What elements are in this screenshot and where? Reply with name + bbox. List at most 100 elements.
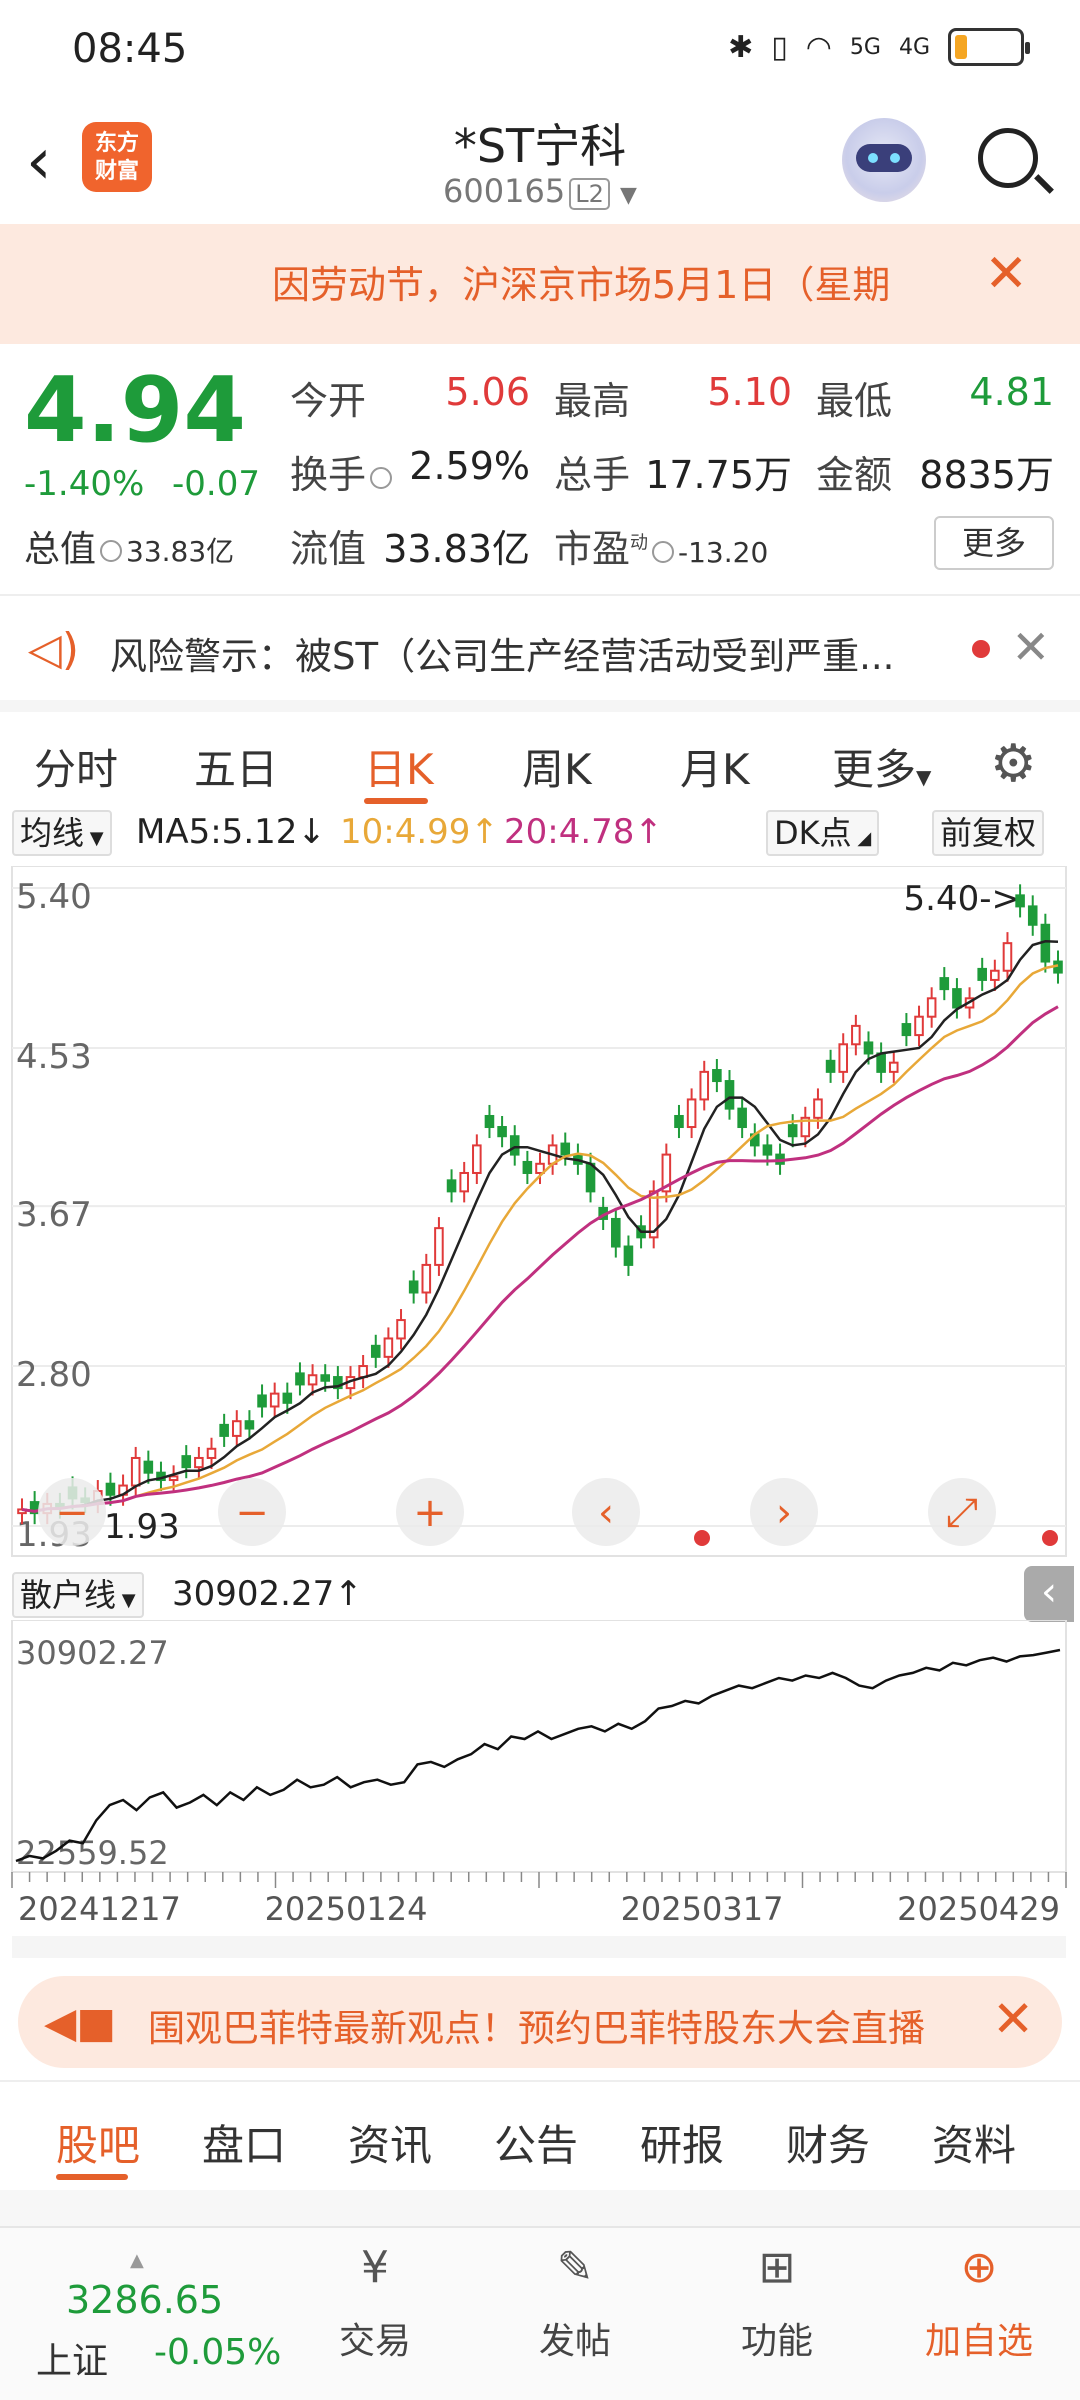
holiday-notice[interactable]: 因劳动节，沪深京市场5月1日（星期 ✕ xyxy=(0,224,1080,344)
risk-warning[interactable]: ◁) 风险警示：被ST（公司生产经营活动受到严重... ✕ xyxy=(0,596,1080,700)
candle-body xyxy=(851,1024,861,1046)
candle-body xyxy=(813,1098,823,1119)
gear-icon[interactable]: ⚙ xyxy=(990,734,1037,794)
tab-forum[interactable]: 股吧 xyxy=(56,2112,140,2173)
candle-body xyxy=(396,1319,406,1340)
candle-body xyxy=(257,1394,267,1408)
close-icon[interactable]: ✕ xyxy=(992,1990,1034,2048)
candle-body xyxy=(863,1041,874,1055)
tab-five-day[interactable]: 五日 xyxy=(194,736,278,797)
market-cap: 总值 33.83亿 xyxy=(24,529,235,570)
control-glyph: ⤢ xyxy=(946,1490,978,1536)
y-tick-label: 22559.52 xyxy=(16,1834,169,1872)
notice-text: 因劳动节，沪深京市场5月1日（星期 xyxy=(272,263,891,307)
tab-weekly-k[interactable]: 周K xyxy=(522,736,592,797)
candle-body xyxy=(674,1114,684,1129)
ma-select[interactable]: 均线 ▼ xyxy=(12,810,112,856)
candle-body xyxy=(295,1372,305,1386)
adjust-select[interactable]: 前复权 xyxy=(932,810,1045,856)
candle-body xyxy=(977,967,987,981)
header: ‹ 东方 财富 *ST宁科 600165 L2 ▼ xyxy=(0,100,1080,224)
active-tab-indicator xyxy=(56,2174,128,2180)
tab-research[interactable]: 研报 xyxy=(640,2112,724,2173)
chevron-down-icon: ▼ xyxy=(620,183,637,208)
open-value: 5.06 xyxy=(445,370,530,414)
zoom-out-icon[interactable]: − xyxy=(218,1478,286,1546)
kline-chart[interactable]: 5.404.533.672.801.935.40->1.93−−+‹›⤢ xyxy=(0,866,1080,1566)
function-button[interactable]: ⊞ 功能 xyxy=(712,2238,842,2364)
ma5-label: MA5:5.12↓ xyxy=(136,812,326,852)
chevron-right-icon[interactable]: › xyxy=(750,1478,818,1546)
event-dot xyxy=(694,1530,710,1546)
index-change: -0.05% xyxy=(154,2332,282,2373)
y-tick-label: 3.67 xyxy=(16,1195,92,1235)
current-price: 4.94 xyxy=(24,358,247,463)
candle-body xyxy=(472,1144,482,1174)
zoom-out-icon[interactable]: − xyxy=(38,1478,106,1546)
max-annotation: 5.40-> xyxy=(904,879,1020,919)
fullscreen-icon[interactable]: ⤢ xyxy=(928,1478,996,1546)
quote-panel: 4.94 -1.40% -0.07 今开 5.06 最高 5.10 最低 4.8… xyxy=(0,344,1080,594)
tab-finance[interactable]: 财务 xyxy=(786,2112,870,2173)
high-value: 5.10 xyxy=(707,370,792,414)
candle-body xyxy=(952,988,962,1009)
candle-body xyxy=(939,977,950,991)
control-glyph: › xyxy=(776,1490,792,1536)
candle-body xyxy=(206,1447,217,1459)
ma20-label: 20:4.78↑ xyxy=(504,812,663,852)
info-icon xyxy=(370,466,393,489)
index-value: 3286.65 xyxy=(66,2278,224,2322)
candle-body xyxy=(408,1280,419,1294)
post-button[interactable]: ✎ 发帖 xyxy=(510,2238,640,2364)
candle-body xyxy=(168,1475,179,1482)
tab-more[interactable]: 更多▼ xyxy=(832,736,931,797)
indicator-select[interactable]: 散户线 ▼ xyxy=(12,1572,144,1618)
tab-orderbook[interactable]: 盘口 xyxy=(202,2112,286,2173)
index-name: 上证 xyxy=(36,2341,109,2382)
candle-body xyxy=(560,1142,571,1156)
chevron-left-icon[interactable]: ‹ xyxy=(1024,1566,1074,1622)
high-label: 最高 xyxy=(554,379,631,423)
candle-body xyxy=(231,1420,242,1437)
dk-point-button[interactable]: DK点 ◢ xyxy=(766,810,880,856)
promo-banner[interactable]: ◀■ 围观巴菲特最新观点！预约巴菲特股东大会直播 ✕ xyxy=(18,1976,1062,2068)
caret-up-icon: ▲ xyxy=(130,2250,144,2271)
tab-intraday[interactable]: 分时 xyxy=(34,736,118,797)
indicator-value: 30902.27↑ xyxy=(172,1574,363,1614)
ma20-line xyxy=(21,1005,1059,1513)
robot-assistant-icon[interactable] xyxy=(842,118,926,202)
amount-value: 8835万 xyxy=(919,453,1054,497)
x-tick-label: 20250317 xyxy=(621,1890,784,1928)
close-icon[interactable]: ✕ xyxy=(984,248,1028,300)
tab-news[interactable]: 资讯 xyxy=(348,2112,432,2173)
turnover-value: 2.59% xyxy=(409,444,530,488)
tab-daily-k[interactable]: 日K xyxy=(364,736,434,797)
control-glyph: + xyxy=(413,1490,447,1536)
speaker-icon: ◁) xyxy=(28,624,80,675)
low-value: 4.81 xyxy=(969,370,1054,414)
yen-icon: ¥ xyxy=(361,2242,389,2293)
level2-badge: L2 xyxy=(569,178,610,210)
candle-body xyxy=(219,1423,229,1437)
retail-line-chart[interactable]: 30902.27 22559.52 20241217 20250124 20250317… xyxy=(0,1620,1080,1960)
tab-monthly-k[interactable]: 月K xyxy=(680,736,750,797)
bottom-nav: ▲ 3286.65 上证 -0.05% ¥ 交易 ✎ 发帖 ⊞ 功能 ⊕ 加自选 xyxy=(0,2226,1080,2400)
chevron-left-icon[interactable]: ‹ xyxy=(572,1478,640,1546)
tab-profile[interactable]: 资料 xyxy=(932,2112,1016,2173)
close-icon[interactable]: ✕ xyxy=(1011,620,1050,674)
more-quote-button[interactable]: 更多 xyxy=(934,516,1054,570)
signal-4g: 4G xyxy=(898,34,930,60)
zoom-in-icon[interactable]: + xyxy=(396,1478,464,1546)
content-tabs: 股吧 盘口 资讯 公告 研报 财务 资料 xyxy=(0,2080,1080,2190)
float-label: 流值 xyxy=(290,527,367,571)
trade-button[interactable]: ¥ 交易 xyxy=(310,2238,440,2364)
add-watchlist-button[interactable]: ⊕ 加自选 xyxy=(914,2238,1044,2364)
candle-body xyxy=(143,1460,154,1474)
ma-legend-bar: 均线 ▼ MA5:5.12↓ 10:4.99↑ 20:4.78↑ DK点 ◢ 前… xyxy=(0,800,1080,866)
control-glyph: − xyxy=(235,1490,269,1536)
search-icon[interactable] xyxy=(978,128,1038,188)
candle-body xyxy=(787,1124,798,1138)
tab-announcements[interactable]: 公告 xyxy=(494,2112,578,2173)
candle-body xyxy=(712,1069,722,1083)
ma10-label: 10:4.99↑ xyxy=(340,812,499,852)
